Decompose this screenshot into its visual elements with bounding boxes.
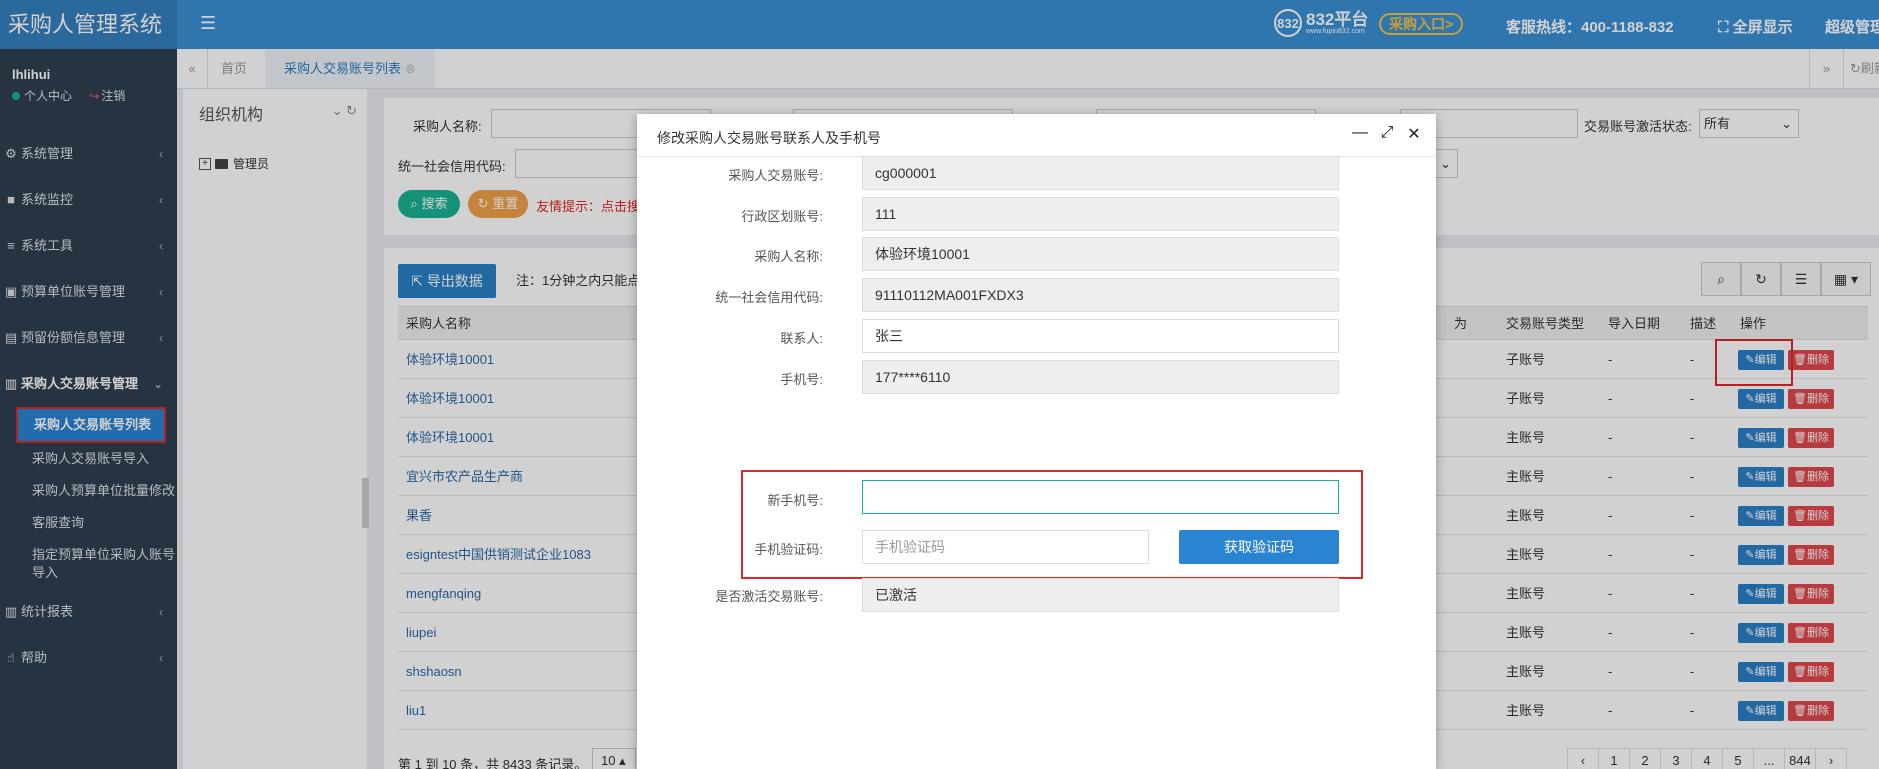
modal-field-label: 统一社会信用代码: bbox=[715, 290, 823, 305]
modal-field-label: 采购人名称: bbox=[754, 249, 823, 264]
modal-title: 修改采购人交易账号联系人及手机号 bbox=[657, 130, 881, 146]
edit-contact-modal: 修改采购人交易账号联系人及手机号 — ⤢ ✕ 采购人交易账号: cg000001 行… bbox=[637, 114, 1436, 769]
modal-readonly-field: 体验环境10001 bbox=[862, 237, 1339, 271]
modal-readonly-field: 91110112MA001FXDX3 bbox=[862, 278, 1339, 312]
modal-field-label: 联系人: bbox=[780, 331, 823, 346]
activated-label: 是否激活交易账号: bbox=[715, 589, 823, 604]
modal-field-label: 采购人交易账号: bbox=[728, 168, 823, 183]
minimize-icon[interactable]: — bbox=[1350, 124, 1370, 142]
modal-header: 修改采购人交易账号联系人及手机号 — ⤢ ✕ bbox=[637, 114, 1436, 157]
maximize-icon[interactable]: ⤢ bbox=[1377, 124, 1397, 142]
modal-readonly-field: 177****6110 bbox=[862, 360, 1339, 394]
modal-field-label: 行政区划账号: bbox=[741, 209, 823, 224]
activated-field: 已激活 bbox=[862, 578, 1339, 612]
modal-field-label: 手机号: bbox=[780, 372, 823, 387]
close-icon[interactable]: ✕ bbox=[1404, 124, 1424, 144]
modal-readonly-field: 111 bbox=[862, 197, 1339, 231]
contact-input[interactable]: 张三 bbox=[862, 319, 1339, 353]
highlight-box-phone bbox=[741, 470, 1363, 579]
modal-readonly-field: cg000001 bbox=[862, 156, 1339, 190]
